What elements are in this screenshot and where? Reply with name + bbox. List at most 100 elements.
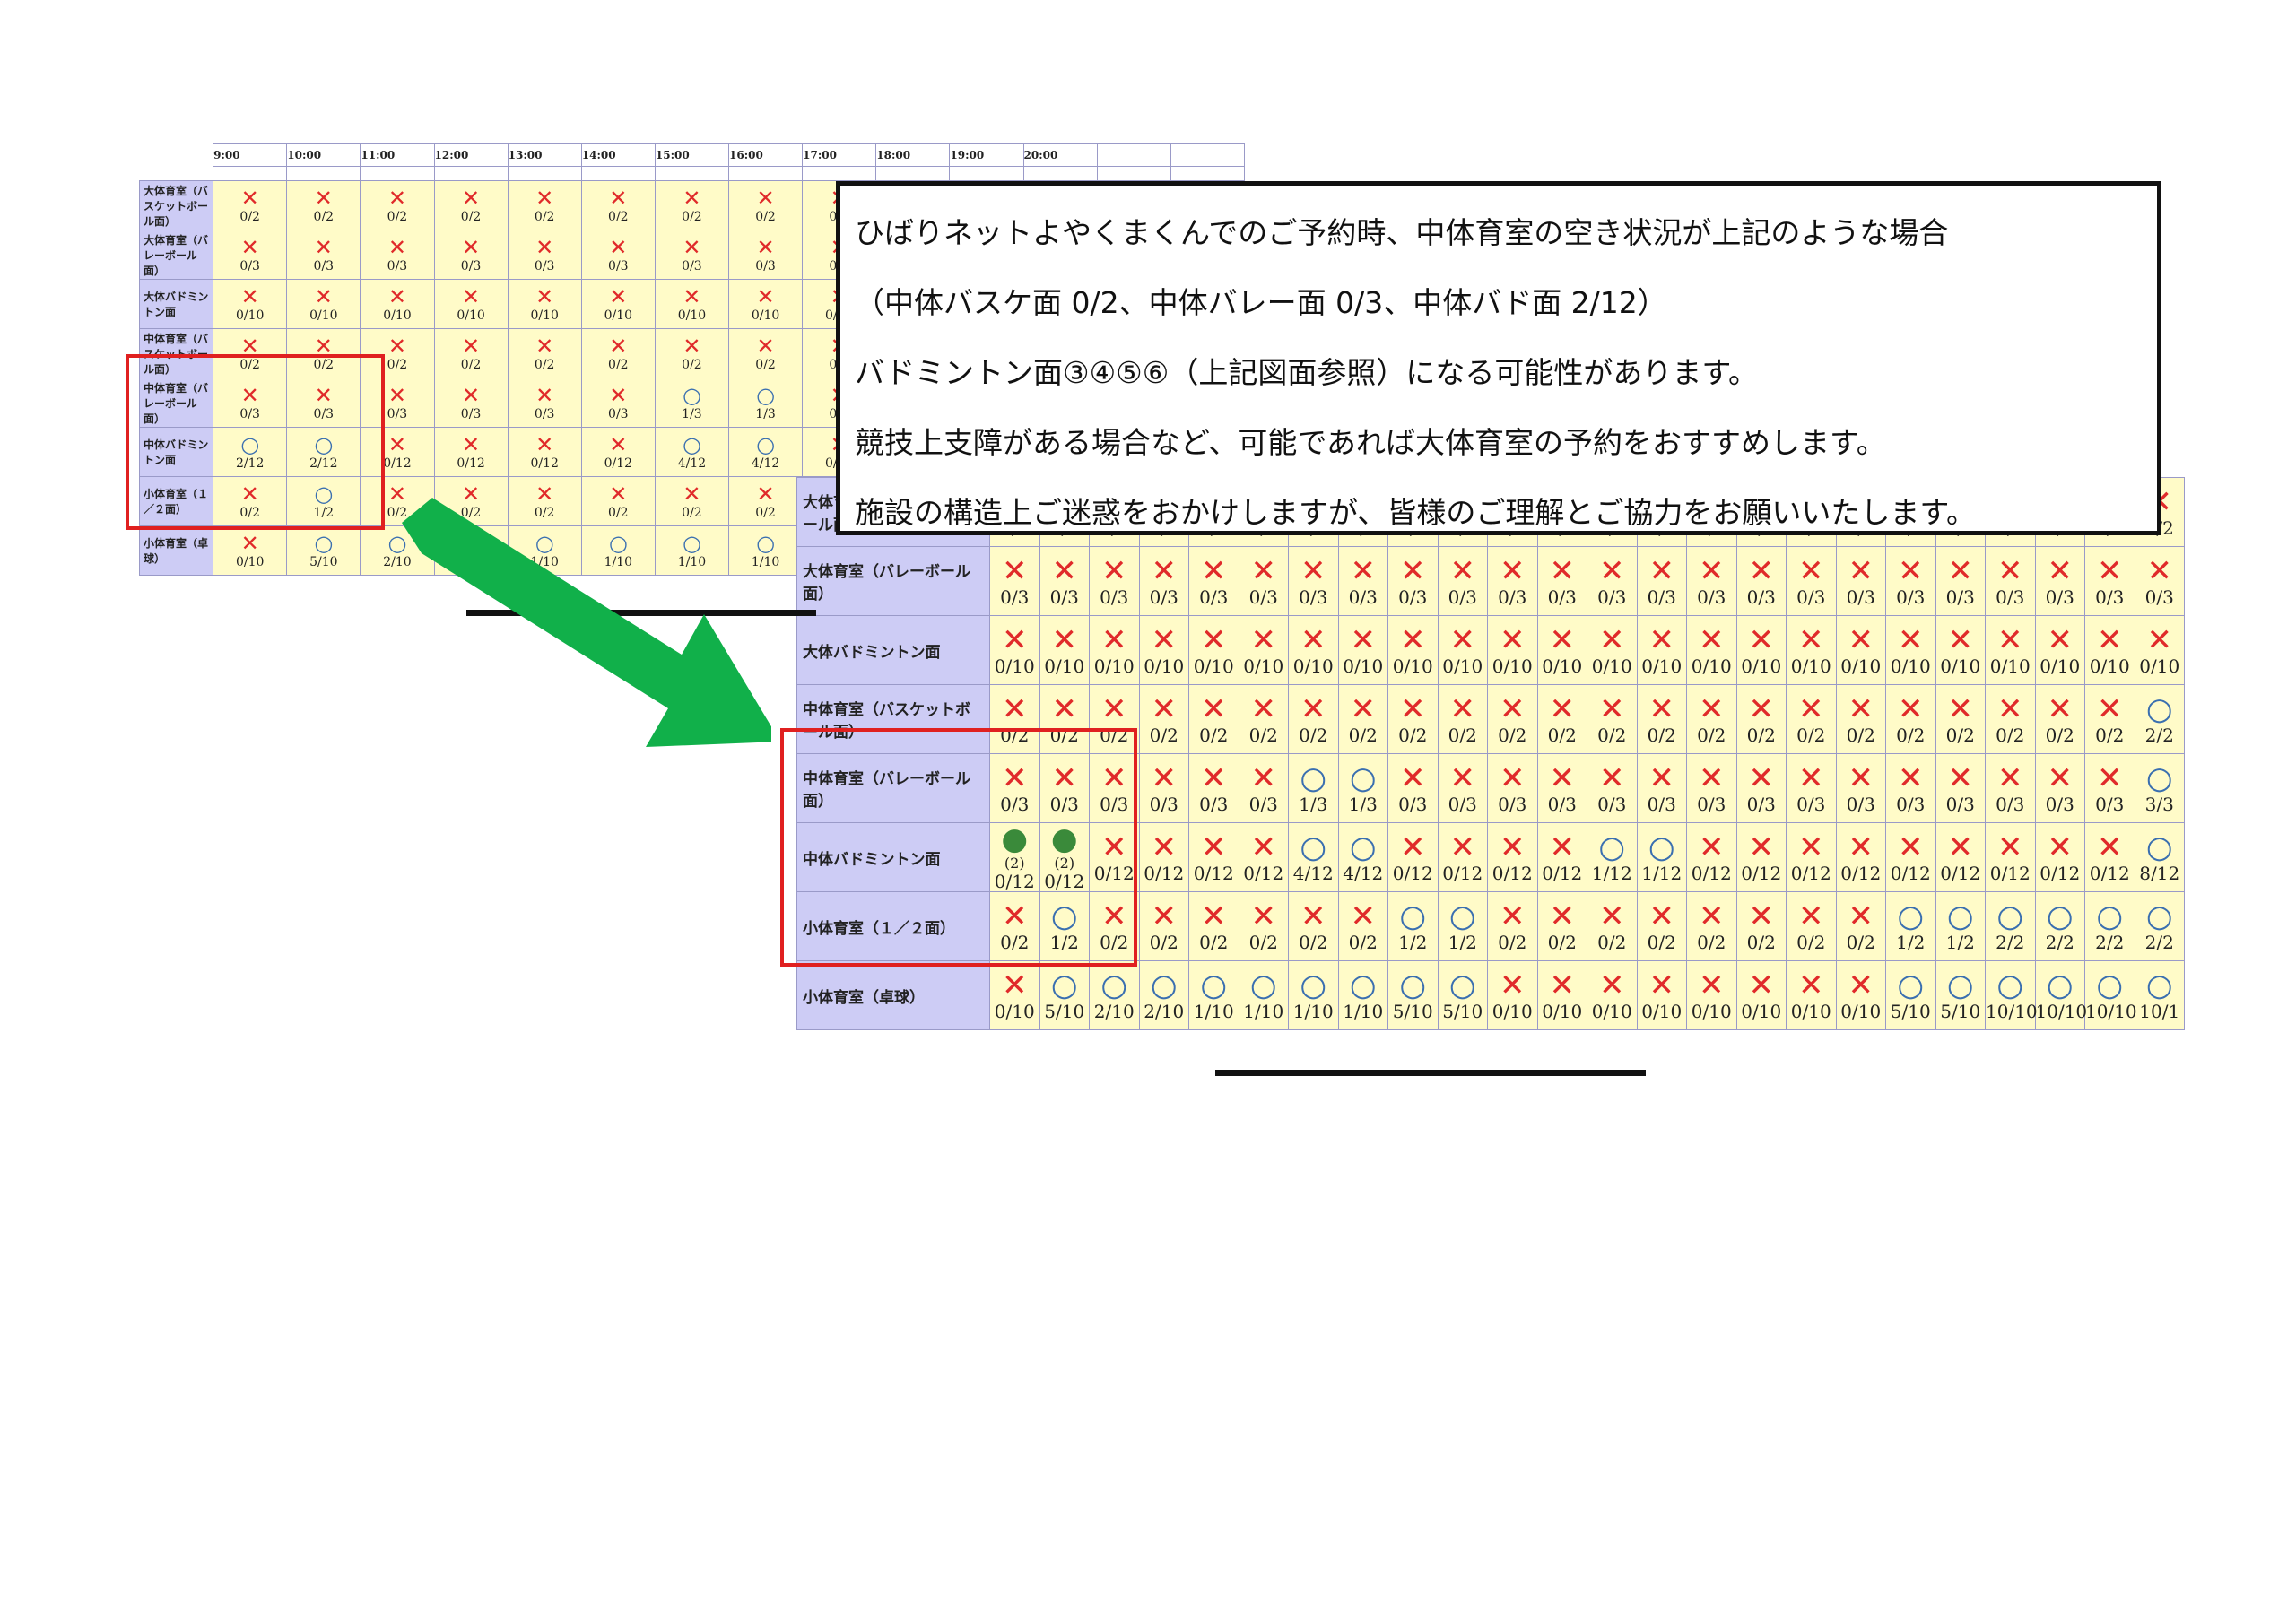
availability-cell[interactable]: ✕0/10 bbox=[654, 279, 730, 329]
availability-cell[interactable]: ✕0/3 bbox=[1735, 546, 1787, 616]
availability-cell[interactable]: ✕0/3 bbox=[1487, 546, 1538, 616]
availability-cell[interactable]: ✕0/3 bbox=[1437, 753, 1488, 823]
availability-cell[interactable]: ✕0/3 bbox=[213, 230, 288, 280]
availability-cell[interactable]: ✕0/12 bbox=[580, 427, 656, 477]
availability-cell[interactable]: ✕0/3 bbox=[1288, 546, 1339, 616]
availability-cell[interactable]: ✕0/10 bbox=[1089, 615, 1140, 685]
availability-cell[interactable]: ○ 2/2 bbox=[2134, 684, 2185, 754]
availability-cell[interactable]: ✕0/2 bbox=[2084, 684, 2135, 754]
availability-cell[interactable]: ✕0/3 bbox=[2034, 753, 2085, 823]
availability-cell[interactable]: ○5/10 bbox=[1885, 960, 1936, 1030]
availability-cell[interactable]: ✕0/3 bbox=[1188, 546, 1239, 616]
availability-cell[interactable]: ✕0/2 bbox=[2034, 684, 2085, 754]
availability-cell[interactable]: ✕0/3 bbox=[1188, 753, 1239, 823]
availability-cell[interactable]: ✕0/10 bbox=[1686, 960, 1737, 1030]
availability-cell[interactable]: ✕0/2 bbox=[286, 180, 361, 230]
availability-cell[interactable]: ✕0/10 bbox=[1686, 615, 1737, 685]
availability-cell[interactable]: ✕0/10 bbox=[1786, 960, 1837, 1030]
availability-cell[interactable]: ✕0/10 bbox=[1735, 960, 1787, 1030]
availability-cell[interactable]: ✕0/2 bbox=[1138, 684, 1189, 754]
availability-cell[interactable]: ✕0/2 bbox=[1735, 891, 1787, 961]
availability-cell[interactable]: ○ 1/10 bbox=[1188, 960, 1239, 1030]
availability-cell[interactable]: ✕0/2 bbox=[433, 328, 509, 378]
availability-cell[interactable]: ✕0/3 bbox=[286, 230, 361, 280]
availability-cell[interactable]: ✕0/10 bbox=[213, 279, 288, 329]
availability-cell[interactable]: ✕0/3 bbox=[507, 230, 582, 280]
availability-cell[interactable]: ○ 10/10 bbox=[2084, 960, 2137, 1030]
availability-cell[interactable]: ✕0/2 bbox=[1587, 891, 1638, 961]
availability-cell[interactable]: ✕0/10 bbox=[1188, 615, 1239, 685]
availability-cell[interactable]: ✕0/3 bbox=[433, 378, 509, 428]
availability-cell[interactable]: ✕0/10 bbox=[1387, 615, 1439, 685]
availability-cell[interactable]: ✕0/3 bbox=[1786, 546, 1837, 616]
availability-cell[interactable]: ○1/2 bbox=[1437, 891, 1488, 961]
availability-cell[interactable]: ✕0/2 bbox=[1138, 891, 1189, 961]
availability-cell[interactable]: ✕0/2 bbox=[1337, 684, 1388, 754]
availability-cell[interactable]: ✕0/3 bbox=[1536, 546, 1587, 616]
availability-cell[interactable]: ○ 1/3 bbox=[654, 378, 730, 428]
availability-cell[interactable]: ○ 10/10 bbox=[2034, 960, 2087, 1030]
availability-cell[interactable]: ✕0/2 bbox=[1786, 891, 1837, 961]
availability-cell[interactable]: ✕0/12 bbox=[1885, 822, 1936, 892]
availability-cell[interactable]: ✕0/3 bbox=[1885, 753, 1936, 823]
availability-cell[interactable]: ✕0/2 bbox=[1188, 684, 1239, 754]
availability-cell[interactable]: ✕0/3 bbox=[2084, 753, 2135, 823]
availability-cell[interactable]: ○2/10 bbox=[1138, 960, 1189, 1030]
availability-cell[interactable]: ○5/10 bbox=[1387, 960, 1439, 1030]
availability-cell[interactable]: ○ 4/12 bbox=[1288, 822, 1339, 892]
availability-cell[interactable]: ✕0/2 bbox=[1636, 891, 1687, 961]
availability-cell[interactable]: ✕0/2 bbox=[507, 180, 582, 230]
availability-cell[interactable]: ✕0/3 bbox=[727, 230, 804, 280]
availability-cell[interactable]: ✕0/10 bbox=[1587, 615, 1638, 685]
availability-cell[interactable]: ✕0/10 bbox=[1735, 615, 1787, 685]
availability-cell[interactable]: ✕0/3 bbox=[433, 230, 509, 280]
availability-cell[interactable]: ○5/10 bbox=[1935, 960, 1986, 1030]
availability-cell[interactable]: ○1/12 bbox=[1587, 822, 1638, 892]
availability-cell[interactable]: ✕0/12 bbox=[1985, 822, 2036, 892]
availability-cell[interactable]: ✕0/2 bbox=[1636, 684, 1687, 754]
availability-cell[interactable]: ✕0/10 bbox=[2034, 615, 2085, 685]
availability-cell[interactable]: ✕0/2 bbox=[727, 328, 804, 378]
availability-cell[interactable]: ✕0/3 bbox=[1487, 753, 1538, 823]
availability-cell[interactable]: ✕0/12 bbox=[1735, 822, 1787, 892]
availability-cell[interactable]: ○ 2/2 bbox=[1985, 891, 2036, 961]
availability-cell[interactable]: ○1/2 bbox=[1935, 891, 1986, 961]
availability-cell[interactable]: ✕0/2 bbox=[1985, 684, 2036, 754]
availability-cell[interactable]: ✕0/3 bbox=[1636, 546, 1687, 616]
availability-cell[interactable]: ✕0/2 bbox=[1238, 891, 1289, 961]
availability-cell[interactable]: ✕0/10 bbox=[989, 960, 1040, 1030]
availability-cell[interactable]: ✕0/3 bbox=[1138, 753, 1189, 823]
availability-cell[interactable]: ✕0/2 bbox=[580, 328, 656, 378]
availability-cell[interactable]: ✕0/2 bbox=[1536, 891, 1587, 961]
availability-cell[interactable]: ✕0/3 bbox=[1686, 753, 1737, 823]
availability-cell[interactable]: ✕0/10 bbox=[1536, 960, 1587, 1030]
availability-cell[interactable]: ✕0/12 bbox=[1387, 822, 1439, 892]
availability-cell[interactable]: ✕0/12 bbox=[1536, 822, 1587, 892]
availability-cell[interactable]: ✕0/10 bbox=[1437, 615, 1488, 685]
availability-cell[interactable]: ✕0/3 bbox=[1337, 546, 1388, 616]
availability-cell[interactable]: ✕0/3 bbox=[1935, 546, 1986, 616]
availability-cell[interactable]: ✕0/3 bbox=[1935, 753, 1986, 823]
availability-cell[interactable]: ✕0/10 bbox=[1238, 615, 1289, 685]
availability-cell[interactable]: ✕0/3 bbox=[360, 230, 435, 280]
availability-cell[interactable]: ✕0/2 bbox=[1238, 684, 1289, 754]
availability-cell[interactable]: ✕0/10 bbox=[1835, 615, 1886, 685]
availability-cell[interactable]: ✕0/10 bbox=[1138, 615, 1189, 685]
availability-cell[interactable]: ○1/12 bbox=[1636, 822, 1687, 892]
availability-cell[interactable]: ✕0/2 bbox=[1487, 891, 1538, 961]
availability-cell[interactable]: ✕0/3 bbox=[1238, 753, 1289, 823]
availability-cell[interactable]: ✕0/2 bbox=[1835, 684, 1886, 754]
availability-cell[interactable]: ✕0/12 bbox=[1437, 822, 1488, 892]
availability-cell[interactable]: ○5/10 bbox=[286, 525, 361, 576]
availability-cell[interactable]: ✕0/3 bbox=[1587, 753, 1638, 823]
availability-cell[interactable]: ✕0/2 bbox=[1587, 684, 1638, 754]
availability-cell[interactable]: ✕0/2 bbox=[580, 180, 656, 230]
availability-cell[interactable]: ✕0/2 bbox=[1437, 684, 1488, 754]
availability-cell[interactable]: ✕0/2 bbox=[213, 180, 288, 230]
availability-cell[interactable]: ○1/2 bbox=[1885, 891, 1936, 961]
availability-cell[interactable]: ✕0/3 bbox=[989, 546, 1040, 616]
availability-cell[interactable]: ✕0/10 bbox=[727, 279, 804, 329]
availability-cell[interactable]: ✕0/3 bbox=[1587, 546, 1638, 616]
availability-cell[interactable]: ✕0/2 bbox=[654, 180, 730, 230]
availability-cell[interactable]: ✕0/12 bbox=[1786, 822, 1837, 892]
